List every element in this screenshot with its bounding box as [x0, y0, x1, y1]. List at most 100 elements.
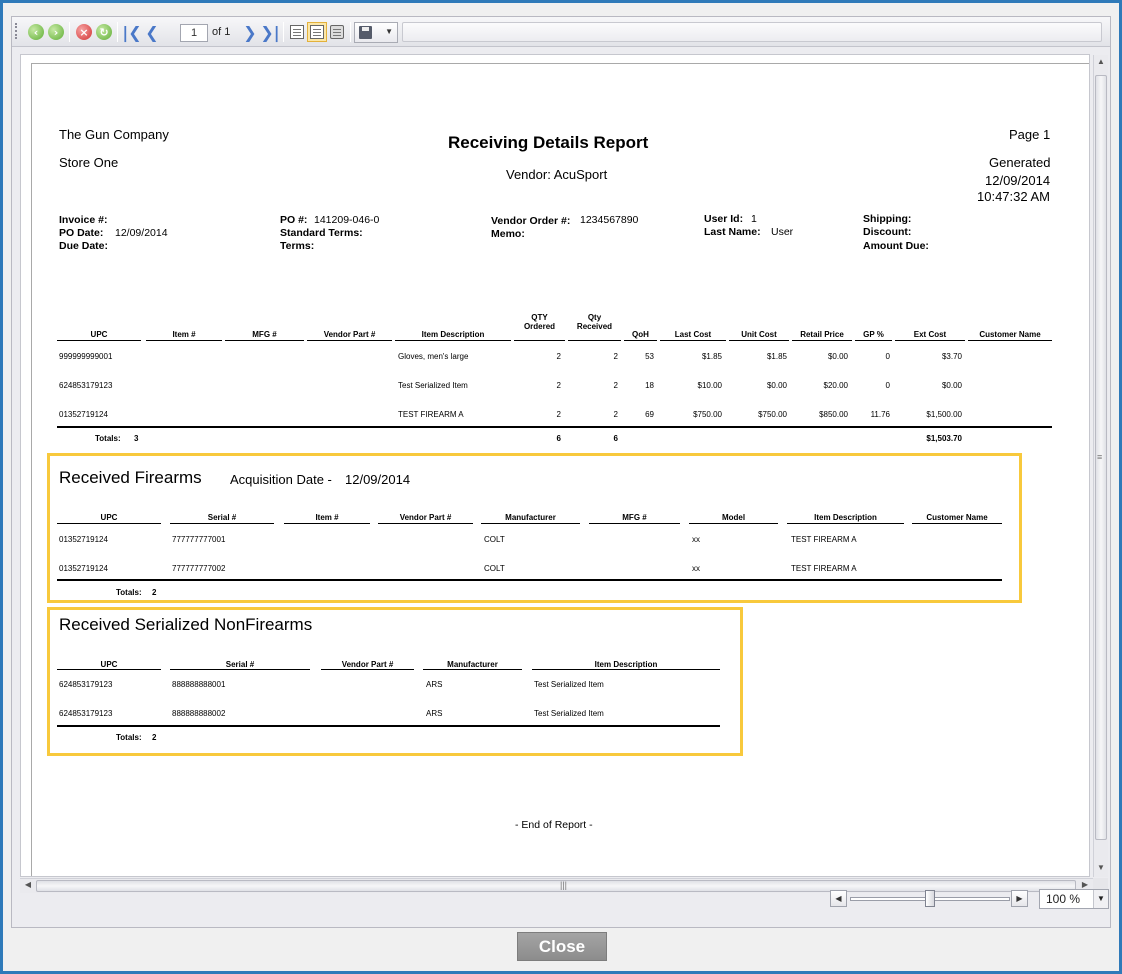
header-underline	[146, 340, 222, 341]
store-name: Store One	[59, 155, 119, 170]
col-header-upc: UPC	[90, 330, 108, 339]
vertical-scrollbar[interactable]: ▲ ≡ ▼	[1093, 55, 1108, 877]
print-icon	[330, 25, 344, 39]
user-id-value: 1	[751, 213, 757, 225]
generated-date: 12/09/2014	[985, 173, 1051, 188]
cell-gp: 0	[885, 381, 890, 390]
chevron-right-icon: ▶	[1016, 894, 1023, 903]
col-header-item-description: Item Description	[421, 330, 485, 339]
save-export-button[interactable]: ▼	[354, 22, 398, 43]
stop-button[interactable]: ×	[74, 22, 94, 42]
fa-col-item-description: Item Description	[814, 513, 877, 522]
cell-qoh: 69	[645, 410, 654, 419]
zoom-value: 100 %	[1046, 892, 1081, 906]
cell-manufacturer: ARS	[426, 709, 443, 718]
toolbar-grip[interactable]	[15, 23, 18, 39]
cell-qty-ordered: 2	[556, 410, 561, 419]
header-underline	[589, 523, 680, 524]
toolbar-overflow-area	[402, 22, 1102, 42]
amount-due-label: Amount Due:	[863, 240, 929, 252]
save-icon	[359, 26, 372, 39]
header-underline	[532, 669, 720, 670]
header-underline	[57, 340, 141, 341]
chevron-down-icon[interactable]: ▼	[1093, 890, 1108, 908]
scroll-down-icon[interactable]: ▼	[1094, 863, 1108, 872]
totals-count: 3	[134, 434, 139, 443]
header-underline	[481, 523, 580, 524]
page-layout-button[interactable]	[287, 22, 307, 42]
next-page-icon: ❯	[243, 22, 257, 42]
cell-upc: 624853179123	[59, 381, 113, 390]
print-layout-button[interactable]	[307, 22, 327, 42]
zoom-slider-thumb[interactable]	[925, 890, 935, 907]
first-page-icon: |❮	[122, 22, 142, 42]
totals-qty-ordered: 6	[556, 434, 561, 443]
header-underline	[855, 340, 892, 341]
cell-upc: 999999999001	[59, 352, 113, 361]
po-number-label: PO #:	[280, 214, 308, 226]
acquisition-date-label: Acquisition Date -	[230, 472, 332, 487]
chevron-left-icon: ◀	[835, 894, 842, 903]
cell-manufacturer: COLT	[484, 564, 505, 573]
header-underline	[170, 669, 310, 670]
page-label: Page 1	[1009, 127, 1051, 142]
toolbar-separator	[350, 22, 351, 42]
nonfirearms-totals-label: Totals:	[116, 733, 142, 742]
totals-label: Totals:	[95, 434, 121, 443]
po-date-label: PO Date:	[59, 227, 104, 239]
close-button[interactable]: Close	[517, 932, 607, 961]
vendor-name: Vendor: AcuSport	[506, 167, 608, 182]
end-of-report: - End of Report -	[515, 819, 593, 831]
cell-manufacturer: COLT	[484, 535, 505, 544]
scroll-grip-icon: |||	[560, 880, 568, 890]
header-underline	[57, 669, 161, 670]
report-title: Receiving Details Report	[448, 133, 649, 152]
zoom-select[interactable]: 100 % ▼	[1039, 889, 1109, 909]
zoom-in-button[interactable]: ▶	[1011, 890, 1028, 907]
refresh-button[interactable]: ↻	[94, 22, 114, 42]
zoom-out-button[interactable]: ◀	[830, 890, 847, 907]
report-viewer-panel: ‹ › × ↻ |❮ ❮ 1 of 1 ❯ ❯| ▼ The Gun Compa…	[11, 16, 1111, 928]
cell-upc: 01352719124	[59, 535, 108, 544]
page-number-input[interactable]: 1	[180, 24, 208, 42]
refresh-icon: ↻	[96, 24, 112, 40]
header-underline	[895, 340, 965, 341]
cell-serial: 777777777002	[172, 564, 226, 573]
po-date-value: 12/09/2014	[115, 227, 168, 239]
fa-col-serial: Serial #	[207, 513, 237, 522]
cell-qty-received: 2	[613, 410, 618, 419]
header-underline	[423, 669, 522, 670]
next-page-button[interactable]: ❯	[240, 22, 260, 42]
firearms-totals-label: Totals:	[116, 588, 142, 597]
col-header-qty: QTY	[531, 313, 548, 322]
scroll-up-icon[interactable]: ▲	[1094, 57, 1108, 66]
last-page-button[interactable]: ❯|	[260, 22, 280, 42]
cell-ext-cost: $0.00	[941, 381, 962, 390]
cell-unit-cost: $750.00	[758, 410, 787, 419]
header-underline	[225, 340, 304, 341]
first-page-button[interactable]: |❮	[122, 22, 142, 42]
back-button[interactable]: ‹	[26, 22, 46, 42]
cell-description: Test Serialized Item	[398, 381, 468, 390]
horizontal-scroll-thumb[interactable]	[36, 880, 1076, 892]
prev-page-button[interactable]: ❮	[142, 22, 162, 42]
cell-qty-received: 2	[613, 381, 618, 390]
cell-unit-cost: $1.85	[766, 352, 787, 361]
fa-col-mfg: MFG #	[622, 513, 647, 522]
cell-qoh: 18	[645, 381, 654, 390]
cell-ext-cost: $1,500.00	[926, 410, 962, 419]
print-button[interactable]	[327, 22, 347, 42]
forward-button[interactable]: ›	[46, 22, 66, 42]
header-underline	[378, 523, 473, 524]
cell-ext-cost: $3.70	[941, 352, 962, 361]
firearms-section-title: Received Firearms	[59, 468, 202, 487]
totals-qty-received: 6	[613, 434, 618, 443]
header-underline	[395, 340, 511, 341]
header-underline	[57, 523, 161, 524]
scroll-left-icon[interactable]: ◀	[21, 880, 35, 889]
header-underline	[170, 523, 274, 524]
scroll-right-icon[interactable]: ▶	[1078, 880, 1092, 889]
report-page: The Gun Company Store One Receiving Deta…	[31, 63, 1089, 876]
scroll-grip-icon: ≡	[1097, 452, 1103, 462]
nonfirearms-totals-count: 2	[152, 733, 157, 742]
